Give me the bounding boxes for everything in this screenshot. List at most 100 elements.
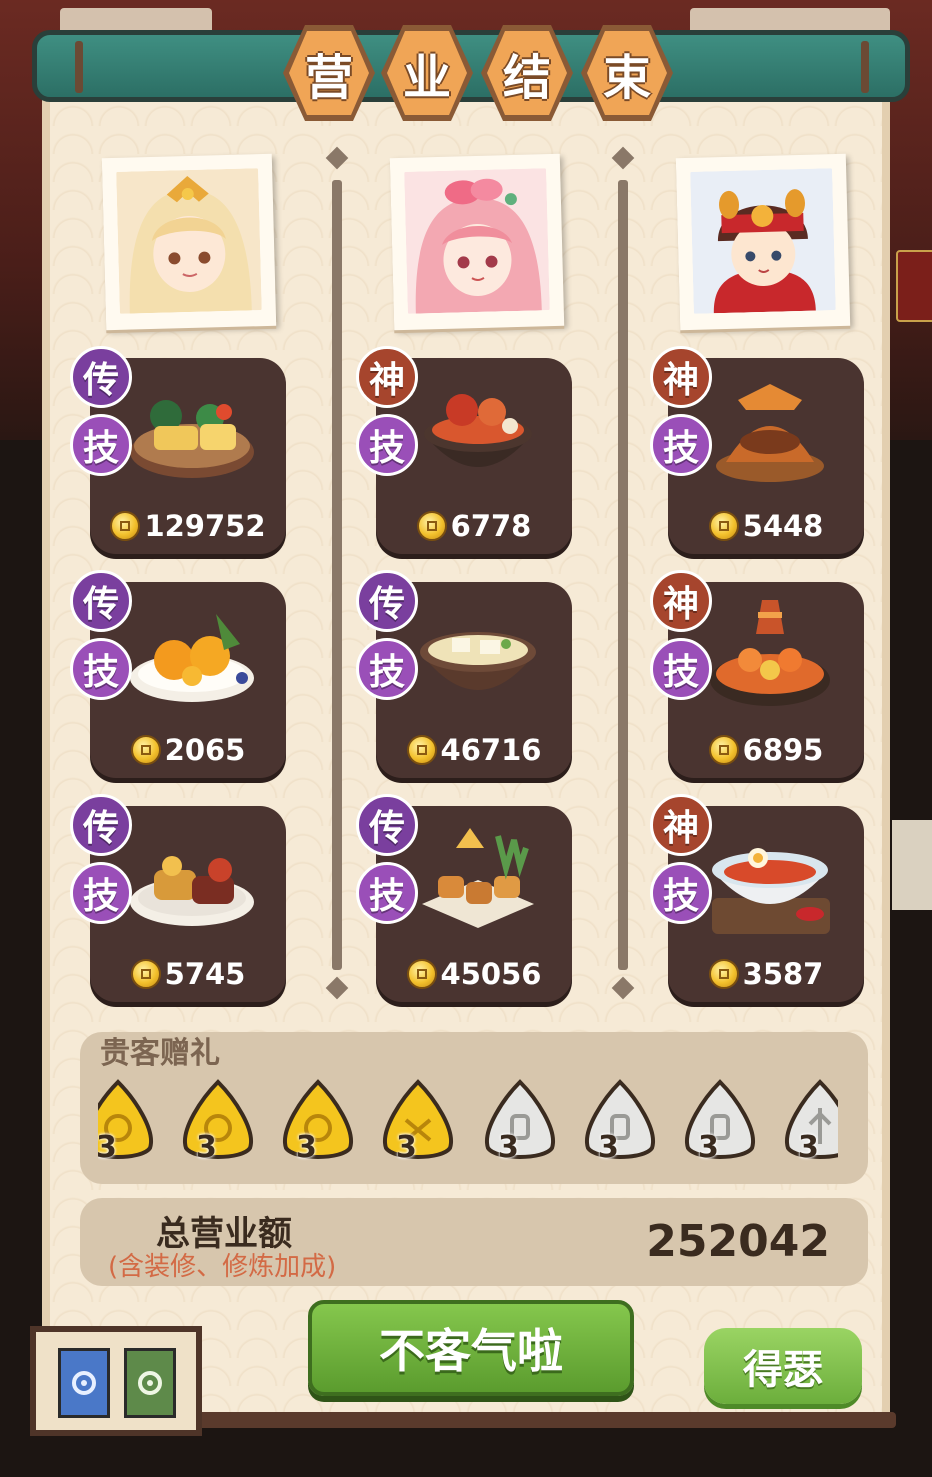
chef-avatar xyxy=(116,168,262,314)
title-tile: 业 xyxy=(378,22,476,124)
title-char: 营 xyxy=(304,50,353,106)
dish-icon xyxy=(424,394,532,467)
gold-token-icon xyxy=(383,1079,453,1159)
gear-icon xyxy=(138,1371,162,1395)
chef-avatar xyxy=(404,168,550,314)
settings-toggle-button[interactable] xyxy=(124,1348,176,1418)
gold-token-icon xyxy=(283,1079,353,1159)
background-menu-button xyxy=(896,250,932,322)
total-revenue-note: (含装修、修炼加成) xyxy=(108,1252,337,1282)
dish-icon xyxy=(422,828,534,928)
coin-icon xyxy=(110,511,141,541)
coin-icon xyxy=(130,735,161,765)
rank-badge: 传 xyxy=(356,794,418,856)
gift-count: 3 xyxy=(98,1130,117,1165)
dish-icon xyxy=(130,400,254,478)
gear-icon xyxy=(72,1371,96,1395)
skill-badge: 技 xyxy=(356,638,418,700)
income-row: 45056 xyxy=(376,956,572,992)
gift-item[interactable]: 3 xyxy=(98,1078,160,1170)
chef-portrait[interactable] xyxy=(101,153,277,331)
gift-count: 3 xyxy=(498,1130,519,1165)
coin-icon xyxy=(406,735,437,765)
title-tile: 束 xyxy=(578,22,676,124)
chef-portrait[interactable] xyxy=(389,153,565,331)
gift-item[interactable]: 3 xyxy=(578,1078,662,1170)
coin-icon xyxy=(708,511,739,541)
dish-icon xyxy=(716,384,824,482)
skill-badge: 技 xyxy=(650,862,712,924)
silver-token-icon xyxy=(485,1079,555,1159)
dish-income: 5448 xyxy=(742,509,824,543)
dish-income: 6778 xyxy=(450,509,532,543)
rank-badge: 传 xyxy=(70,794,132,856)
skill-badge: 技 xyxy=(356,414,418,476)
corner-toolbar xyxy=(30,1326,202,1436)
coin-icon xyxy=(416,511,447,541)
gift-item[interactable]: 3 xyxy=(678,1078,762,1170)
income-row: 5448 xyxy=(668,508,864,544)
dish-income: 45056 xyxy=(440,957,542,991)
show-off-button[interactable]: 得瑟 xyxy=(704,1328,862,1404)
column-divider xyxy=(618,180,628,970)
skill-badge: 技 xyxy=(70,638,132,700)
dish-income: 46716 xyxy=(440,733,542,767)
rank-badge: 传 xyxy=(356,570,418,632)
gift-list[interactable]: 3 3 3 3 3 3 3 3 xyxy=(98,1078,838,1174)
rank-badge: 神 xyxy=(650,346,712,408)
gift-item[interactable]: 3 xyxy=(276,1078,360,1170)
silver-token-icon xyxy=(685,1079,755,1159)
header-peg xyxy=(75,41,83,93)
dish-icon xyxy=(710,600,830,706)
gift-item[interactable]: 3 xyxy=(176,1078,260,1170)
dish-income: 6895 xyxy=(742,733,824,767)
dish-icon xyxy=(130,856,254,926)
skill-badge: 技 xyxy=(70,862,132,924)
coin-icon xyxy=(130,959,161,989)
skill-badge: 技 xyxy=(650,414,712,476)
background-notice xyxy=(892,820,932,910)
dish-icon xyxy=(130,614,254,702)
gift-count: 3 xyxy=(598,1130,619,1165)
gift-item[interactable]: 3 xyxy=(376,1078,460,1170)
income-row: 46716 xyxy=(376,732,572,768)
coin-icon xyxy=(708,735,739,765)
title-char: 束 xyxy=(602,50,651,106)
gift-count: 3 xyxy=(798,1130,819,1165)
header-peg xyxy=(861,41,869,93)
income-row: 129752 xyxy=(90,508,286,544)
gift-item[interactable]: 3 xyxy=(778,1078,838,1170)
income-row: 3587 xyxy=(668,956,864,992)
dish-income: 2065 xyxy=(164,733,246,767)
rank-badge: 神 xyxy=(650,570,712,632)
income-row: 5745 xyxy=(90,956,286,992)
skill-badge: 技 xyxy=(356,862,418,924)
rank-badge: 传 xyxy=(70,346,132,408)
total-revenue-value: 252042 xyxy=(646,1216,830,1267)
gift-item[interactable]: 3 xyxy=(478,1078,562,1170)
guest-gifts-panel: 贵客赠礼 3 3 3 3 3 3 3 3 xyxy=(80,1032,868,1184)
title-char: 结 xyxy=(502,50,551,106)
settings-toggle-button[interactable] xyxy=(58,1348,110,1418)
chef-avatar xyxy=(690,168,836,314)
title-char: 业 xyxy=(402,50,451,106)
dish-income: 129752 xyxy=(144,509,266,543)
gift-count: 3 xyxy=(196,1130,217,1165)
chef-portrait[interactable] xyxy=(675,153,851,331)
gift-count: 3 xyxy=(296,1130,317,1165)
total-revenue-panel: 总营业额 (含装修、修炼加成) 252042 xyxy=(80,1198,868,1286)
dish-icon xyxy=(712,848,830,934)
income-row: 2065 xyxy=(90,732,286,768)
skill-badge: 技 xyxy=(70,414,132,476)
coin-icon xyxy=(708,959,739,989)
silver-token-icon xyxy=(585,1079,655,1159)
confirm-button[interactable]: 不客气啦 xyxy=(308,1300,634,1396)
gift-count: 3 xyxy=(396,1130,417,1165)
title-tile: 结 xyxy=(478,22,576,124)
income-row: 6778 xyxy=(376,508,572,544)
rank-badge: 神 xyxy=(650,794,712,856)
gift-count: 3 xyxy=(698,1130,719,1165)
coin-icon xyxy=(406,959,437,989)
rank-badge: 神 xyxy=(356,346,418,408)
gift-title: 贵客赠礼 xyxy=(100,1036,220,1071)
